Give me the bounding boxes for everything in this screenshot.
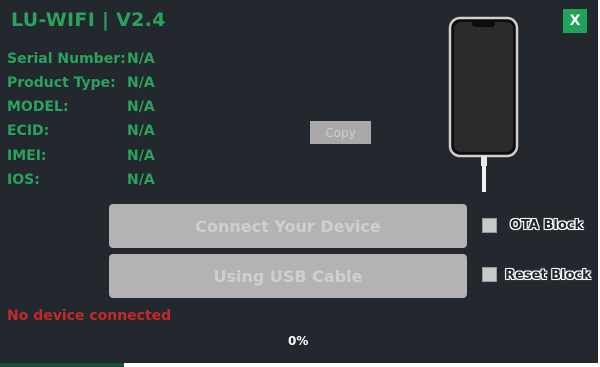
iphone-icon xyxy=(448,16,520,198)
model-value: N/A xyxy=(127,99,155,115)
reset-block-checkbox[interactable] xyxy=(482,267,497,282)
product-type-value: N/A xyxy=(127,75,155,91)
taskbar-edge xyxy=(0,363,124,367)
ota-block-checkbox[interactable] xyxy=(482,218,497,233)
ios-value: N/A xyxy=(127,172,155,188)
product-type-label: Product Type: xyxy=(7,75,116,91)
app-window: LU-WIFI | V2.4 X Serial Number: N/A Prod… xyxy=(0,0,598,363)
status-message: No device connected xyxy=(7,308,172,324)
imei-value: N/A xyxy=(127,148,155,164)
imei-label: IMEI: xyxy=(7,148,47,164)
copy-button[interactable]: Copy xyxy=(310,121,371,144)
app-title: LU-WIFI | V2.4 xyxy=(11,9,166,31)
model-label: MODEL: xyxy=(7,99,69,115)
serial-number-label: Serial Number: xyxy=(7,51,126,67)
usb-cable-button[interactable]: Using USB Cable xyxy=(109,254,467,298)
ios-label: IOS: xyxy=(7,172,40,188)
ecid-label: ECID: xyxy=(7,123,50,139)
progress-percent: 0% xyxy=(288,334,309,348)
serial-number-value: N/A xyxy=(127,51,155,67)
close-button[interactable]: X xyxy=(563,9,587,33)
ecid-value: N/A xyxy=(127,123,155,139)
connect-device-button[interactable]: Connect Your Device xyxy=(109,204,467,248)
reset-block-label: Reset Block xyxy=(505,268,591,283)
ota-block-label: OTA Block xyxy=(510,218,584,233)
